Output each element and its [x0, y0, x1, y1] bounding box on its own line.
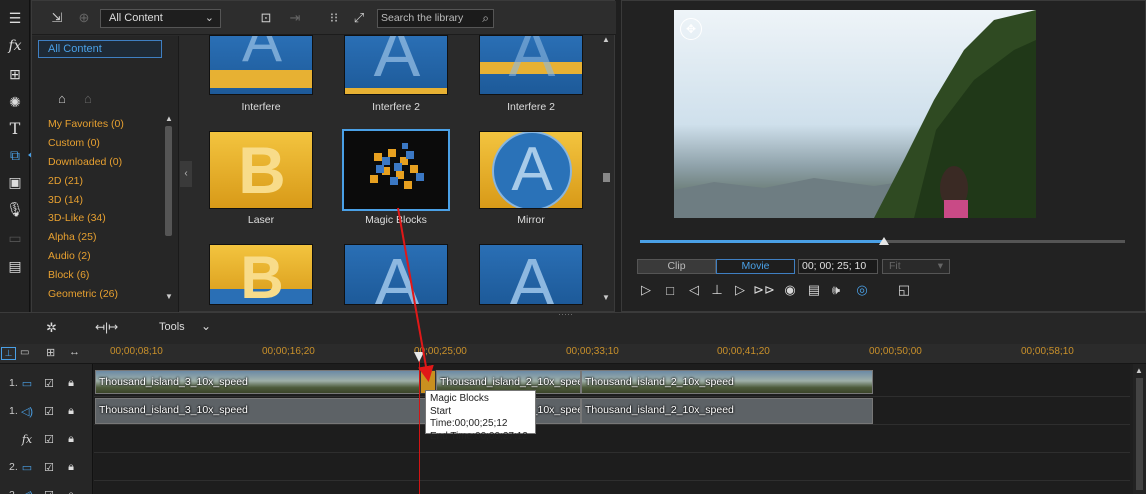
transition-tooltip: Magic Blocks Start Time:00;00;25;12 End … — [425, 390, 536, 442]
tooltip-name: Magic Blocks — [430, 393, 489, 404]
tooltip-end-time: End Time:00;00;27;12 — [430, 430, 528, 442]
drag-arrow-overlay — [397, 207, 434, 382]
app-window: ☰ fx ⊞ ✺ T ⧉ ▣ 🎙 ▭ ▤ ⇲ ⊕ All Content ⌄ ⊡… — [0, 0, 1146, 494]
drag-arrow — [397, 207, 434, 382]
tooltip-start-time: Start Time:00;00;25;12 — [430, 405, 508, 430]
